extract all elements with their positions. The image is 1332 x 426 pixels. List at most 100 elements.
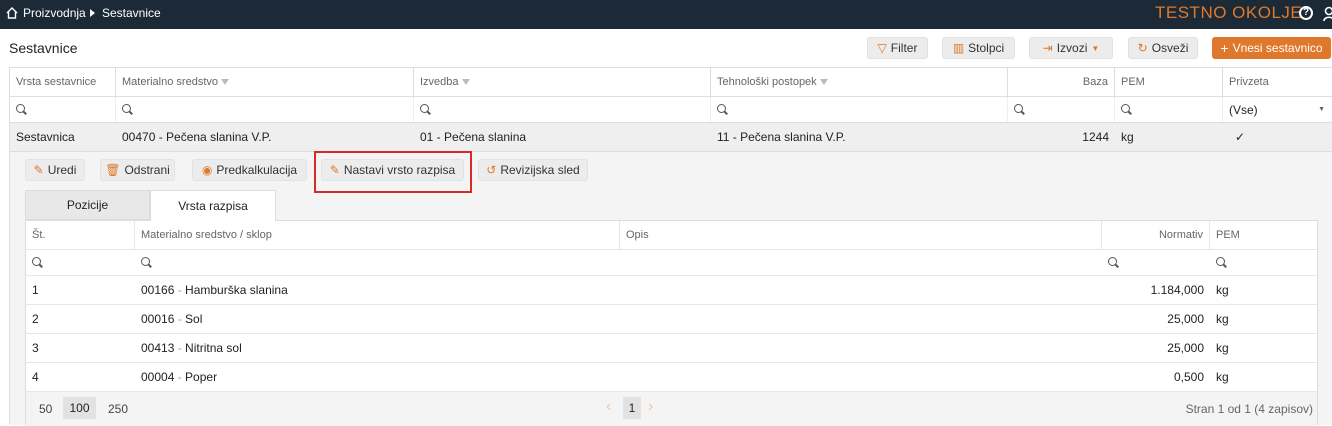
search-icon [122, 104, 133, 115]
filter-izvedba[interactable] [414, 97, 711, 122]
filter-privzeta-select[interactable]: (Vse)▼ [1223, 97, 1332, 122]
pozicije-filter-row [26, 250, 1317, 276]
column-filter-icon[interactable] [820, 79, 828, 85]
grid-filter-row: (Vse)▼ [10, 97, 1332, 123]
header-pem[interactable]: PEM [1115, 68, 1223, 96]
home-icon[interactable] [5, 6, 19, 20]
chevron-down-icon: ▼ [1318, 106, 1325, 113]
row-postopek: 11 - Pečena slanina V.P. [711, 123, 1008, 151]
header-vrsta[interactable]: Vrsta sestavnice [10, 68, 116, 96]
search-icon [1121, 104, 1132, 115]
sestavnice-grid: Vrsta sestavnice Materialno sredstvo Izv… [9, 67, 1332, 424]
filter-st[interactable] [26, 250, 135, 275]
page-info: Stran 1 od 1 (4 zapisov) [1186, 402, 1313, 416]
pager: 50 100 250 ‹ 1 › Stran 1 od 1 (4 zapisov… [26, 392, 1317, 426]
header-normativ[interactable]: Normativ [1102, 221, 1210, 249]
edit-button[interactable]: ✎Uredi [25, 159, 85, 181]
row-privzeta: ✓ [1223, 123, 1332, 151]
chevron-left-icon[interactable]: ‹ [606, 398, 611, 416]
page-size-250[interactable]: 250 [108, 402, 128, 416]
row-normativ: 25,000 [1102, 334, 1210, 362]
row-material: 00413 - Nitritna sol [135, 334, 620, 362]
breadcrumb-sestavnice[interactable]: Sestavnice [102, 6, 161, 20]
page-size-100[interactable]: 100 [63, 397, 96, 419]
row-pem: kg [1210, 276, 1317, 304]
table-row[interactable]: 1 00166 - Hamburška slanina 1.184,000 kg [26, 276, 1317, 305]
search-icon [141, 257, 152, 268]
tab-vrsta-razpisa[interactable]: Vrsta razpisa [150, 190, 276, 221]
plus-icon: + [1220, 40, 1228, 56]
filter-button[interactable]: ▽Filter [867, 37, 928, 59]
column-filter-icon[interactable] [462, 79, 470, 85]
page-1-button[interactable]: 1 [623, 397, 641, 419]
row-normativ: 1.184,000 [1102, 276, 1210, 304]
revision-trail-button[interactable]: ↺Revizijska sled [478, 159, 588, 181]
row-pem: kg [1210, 363, 1317, 391]
header-baza[interactable]: Baza [1008, 68, 1115, 96]
filter-icon: ▽ [878, 41, 887, 55]
user-icon[interactable] [1323, 5, 1332, 23]
filter-baza[interactable] [1008, 97, 1115, 122]
row-normativ: 25,000 [1102, 305, 1210, 333]
filter-material[interactable] [116, 97, 414, 122]
filter-pem[interactable] [1210, 250, 1317, 275]
column-filter-icon[interactable] [221, 79, 229, 85]
filter-normativ[interactable] [1102, 250, 1210, 275]
table-row[interactable]: 3 00413 - Nitritna sol 25,000 kg [26, 334, 1317, 363]
header-opis[interactable]: Opis [620, 221, 1102, 249]
chevron-right-icon[interactable]: › [648, 398, 653, 416]
filter-pem[interactable] [1115, 97, 1223, 122]
table-row[interactable]: Sestavnica 00470 - Pečena slanina V.P. 0… [10, 123, 1332, 152]
check-icon: ✓ [1235, 130, 1245, 144]
columns-icon: ▥ [953, 41, 964, 55]
row-pem: kg [1115, 123, 1223, 151]
page-title: Sestavnice [9, 40, 77, 56]
row-pem: kg [1210, 334, 1317, 362]
history-icon: ↺ [486, 163, 496, 177]
filter-material-sklop[interactable] [135, 250, 620, 275]
delete-button[interactable]: 🗑Odstrani [100, 159, 175, 181]
exports-button[interactable]: ⇥Izvozi ▼ [1029, 37, 1113, 59]
row-number: 1 [26, 276, 135, 304]
row-number: 3 [26, 334, 135, 362]
header-postopek[interactable]: Tehnološki postopek [711, 68, 1008, 96]
trash-icon: 🗑 [105, 163, 120, 177]
grid-header-row: Vrsta sestavnice Materialno sredstvo Izv… [10, 68, 1332, 97]
row-vrsta: Sestavnica [10, 123, 116, 151]
breadcrumb-separator-icon [90, 9, 95, 17]
add-sestavnica-button[interactable]: +Vnesi sestavnico [1212, 37, 1331, 59]
pozicije-table: Št. Materialno sredstvo / sklop Opis Nor… [25, 220, 1318, 425]
highlight-box [314, 151, 472, 193]
search-icon [1108, 257, 1119, 268]
header-privzeta[interactable]: Privzeta [1223, 68, 1332, 96]
row-pem: kg [1210, 305, 1317, 333]
row-material: 00004 - Poper [135, 363, 620, 391]
columns-button[interactable]: ▥Stolpci [942, 37, 1015, 59]
table-row[interactable]: 4 00004 - Poper 0,500 kg [26, 363, 1317, 392]
edit-icon: ✎ [34, 163, 44, 177]
header-pem[interactable]: PEM [1210, 221, 1317, 249]
header-material[interactable]: Materialno sredstvo [116, 68, 414, 96]
page-size-50[interactable]: 50 [39, 402, 52, 416]
search-icon [32, 257, 43, 268]
pozicije-header-row: Št. Materialno sredstvo / sklop Opis Nor… [26, 221, 1317, 250]
tab-pozicije[interactable]: Pozicije [25, 190, 150, 220]
header-material-sklop[interactable]: Materialno sredstvo / sklop [135, 221, 620, 249]
help-icon[interactable]: ? [1299, 6, 1313, 20]
row-number: 2 [26, 305, 135, 333]
filter-postopek[interactable] [711, 97, 1008, 122]
search-icon [717, 104, 728, 115]
filter-vrsta[interactable] [10, 97, 116, 122]
top-bar: Proizvodnja Sestavnice TESTNO OKOLJE ? [0, 0, 1332, 29]
precalc-button[interactable]: ◉Predkalkulacija [192, 159, 307, 181]
header-st[interactable]: Št. [26, 221, 135, 249]
breadcrumb-proizvodnja[interactable]: Proizvodnja [23, 6, 86, 20]
detail-panel: ✎Uredi 🗑Odstrani ◉Predkalkulacija ✎Nasta… [10, 152, 1332, 425]
row-baza: 1244 [1008, 123, 1115, 151]
row-material: 00470 - Pečena slanina V.P. [116, 123, 414, 151]
header-izvedba[interactable]: Izvedba [414, 68, 711, 96]
refresh-button[interactable]: ↻Osveži [1128, 37, 1198, 59]
search-icon [420, 104, 431, 115]
table-row[interactable]: 2 00016 - Sol 25,000 kg [26, 305, 1317, 334]
search-icon [16, 104, 27, 115]
